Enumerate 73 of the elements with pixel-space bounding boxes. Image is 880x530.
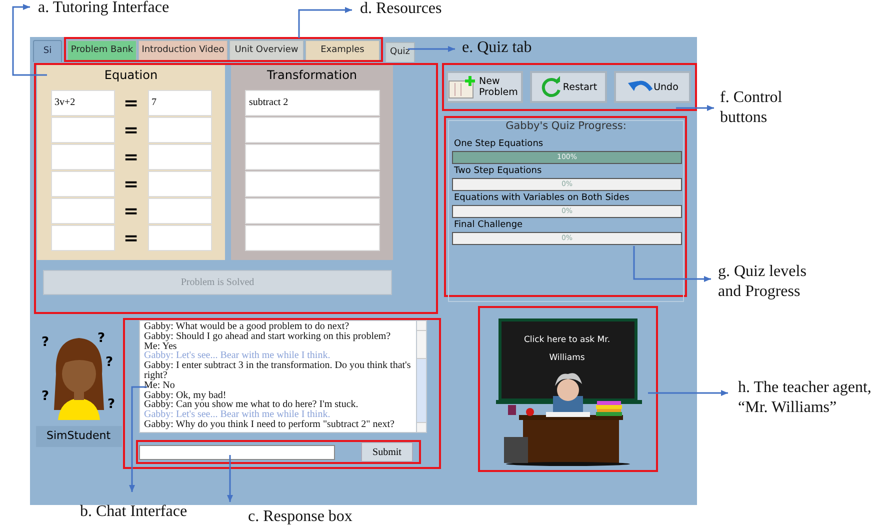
- transformation-cell[interactable]: [245, 198, 380, 224]
- level-name: Two Step Equations: [453, 165, 543, 178]
- chat-message: Gabby: Let's see... Bear with me while I think.: [144, 410, 330, 420]
- equation-cell[interactable]: [50, 198, 114, 224]
- question-mark: ?: [42, 336, 50, 350]
- restart-button[interactable]: Restart: [530, 71, 607, 103]
- response-field[interactable]: [139, 444, 335, 460]
- equals-sign: =: [122, 92, 140, 116]
- equals-sign: =: [122, 118, 140, 142]
- transformation-cell[interactable]: [245, 117, 380, 143]
- equals-sign: =: [122, 200, 140, 224]
- annotation-label: d. Resources: [360, 0, 442, 19]
- sheet-plus-icon: [448, 75, 478, 99]
- equals-sign: =: [122, 146, 140, 170]
- equation-cell[interactable]: [148, 117, 212, 143]
- chat-message: Gabby: Ok, my bad!: [144, 390, 226, 400]
- chat-message: Gabby: Why do you think I need to perform "subtract 2" next?: [144, 420, 396, 430]
- question-mark: ?: [42, 390, 50, 404]
- student-name-label: SimStudent: [36, 426, 122, 447]
- annotation-label: f. Control buttons: [720, 88, 784, 128]
- refresh-icon: [540, 76, 562, 98]
- question-mark: ?: [108, 398, 116, 412]
- equals-sign: =: [122, 172, 140, 196]
- equation-cell[interactable]: [148, 144, 212, 170]
- submit-button[interactable]: Submit: [361, 442, 413, 462]
- tab[interactable]: Examples: [305, 40, 380, 60]
- chat-message: Me: Yes: [144, 342, 177, 352]
- equation-cell[interactable]: [148, 225, 212, 251]
- transformation-cell[interactable]: [245, 225, 380, 251]
- equation-cell[interactable]: [50, 171, 114, 197]
- question-mark: ?: [106, 356, 114, 370]
- chat-message: Gabby: Can you show me what to do here? I'm stuck.: [144, 400, 360, 410]
- chat-message: Gabby: I enter subtract 3 in the transformation. Do you think that's right?: [144, 361, 412, 381]
- equation-cell[interactable]: [50, 144, 114, 170]
- level-name: Final Challenge: [453, 219, 524, 232]
- group-title: Gabby's Quiz Progress:: [504, 119, 628, 134]
- panel-title: Equation: [104, 67, 158, 84]
- tab[interactable]: Introduction Video: [138, 40, 228, 60]
- equation-cell[interactable]: [50, 117, 114, 143]
- transformation-cell[interactable]: [245, 171, 380, 197]
- equation-cell[interactable]: [148, 171, 212, 197]
- annotation-arrow: [408, 46, 455, 52]
- chat-message: Gabby: Should I go ahead and start working on this problem?: [144, 332, 392, 342]
- tab[interactable]: Si: [33, 40, 62, 62]
- annotation-arrow: [227, 455, 233, 502]
- question-mark: ?: [98, 332, 106, 346]
- tab[interactable]: Quiz: [385, 42, 415, 62]
- equals-sign: =: [122, 226, 140, 250]
- annotation-label: c. Response box: [248, 507, 352, 527]
- annotation-arrow: [676, 105, 714, 111]
- undo-button[interactable]: Undo: [614, 71, 691, 103]
- level-name: Equations with Variables on Both Sides: [453, 192, 630, 205]
- transformation-cell[interactable]: subtract 2: [245, 90, 380, 116]
- annotation-label: g. Quiz levels and Progress: [718, 262, 808, 302]
- panel-title: Transformation: [266, 67, 358, 84]
- tab[interactable]: Unit Overview: [229, 40, 304, 60]
- equation-cell[interactable]: 3v+2: [50, 90, 114, 116]
- new-button[interactable]: New Problem: [446, 71, 523, 103]
- annotation-label: b. Chat Interface: [80, 502, 188, 522]
- annotation-label: e. Quiz tab: [462, 38, 532, 58]
- equation-cell[interactable]: [50, 225, 114, 251]
- annotation-label: h. The teacher agent, “Mr. Williams”: [738, 378, 872, 418]
- transformation-cell[interactable]: [245, 144, 380, 170]
- chat-message: Gabby: Let's see... Bear with me while I think.: [144, 351, 330, 362]
- level-name: One Step Equations: [453, 138, 544, 151]
- scroll-bar[interactable]: [416, 321, 426, 432]
- chat-message: Me: No: [144, 380, 176, 391]
- annotation-arrow: [298, 7, 352, 38]
- equation-cell[interactable]: [148, 198, 212, 224]
- equation-cell[interactable]: 7: [148, 90, 212, 116]
- chat-message: Gabby: What would be a good problem to do next?: [144, 322, 350, 332]
- tab[interactable]: Problem Bank: [67, 40, 137, 60]
- annotation-label: a. Tutoring Interface: [38, 0, 170, 18]
